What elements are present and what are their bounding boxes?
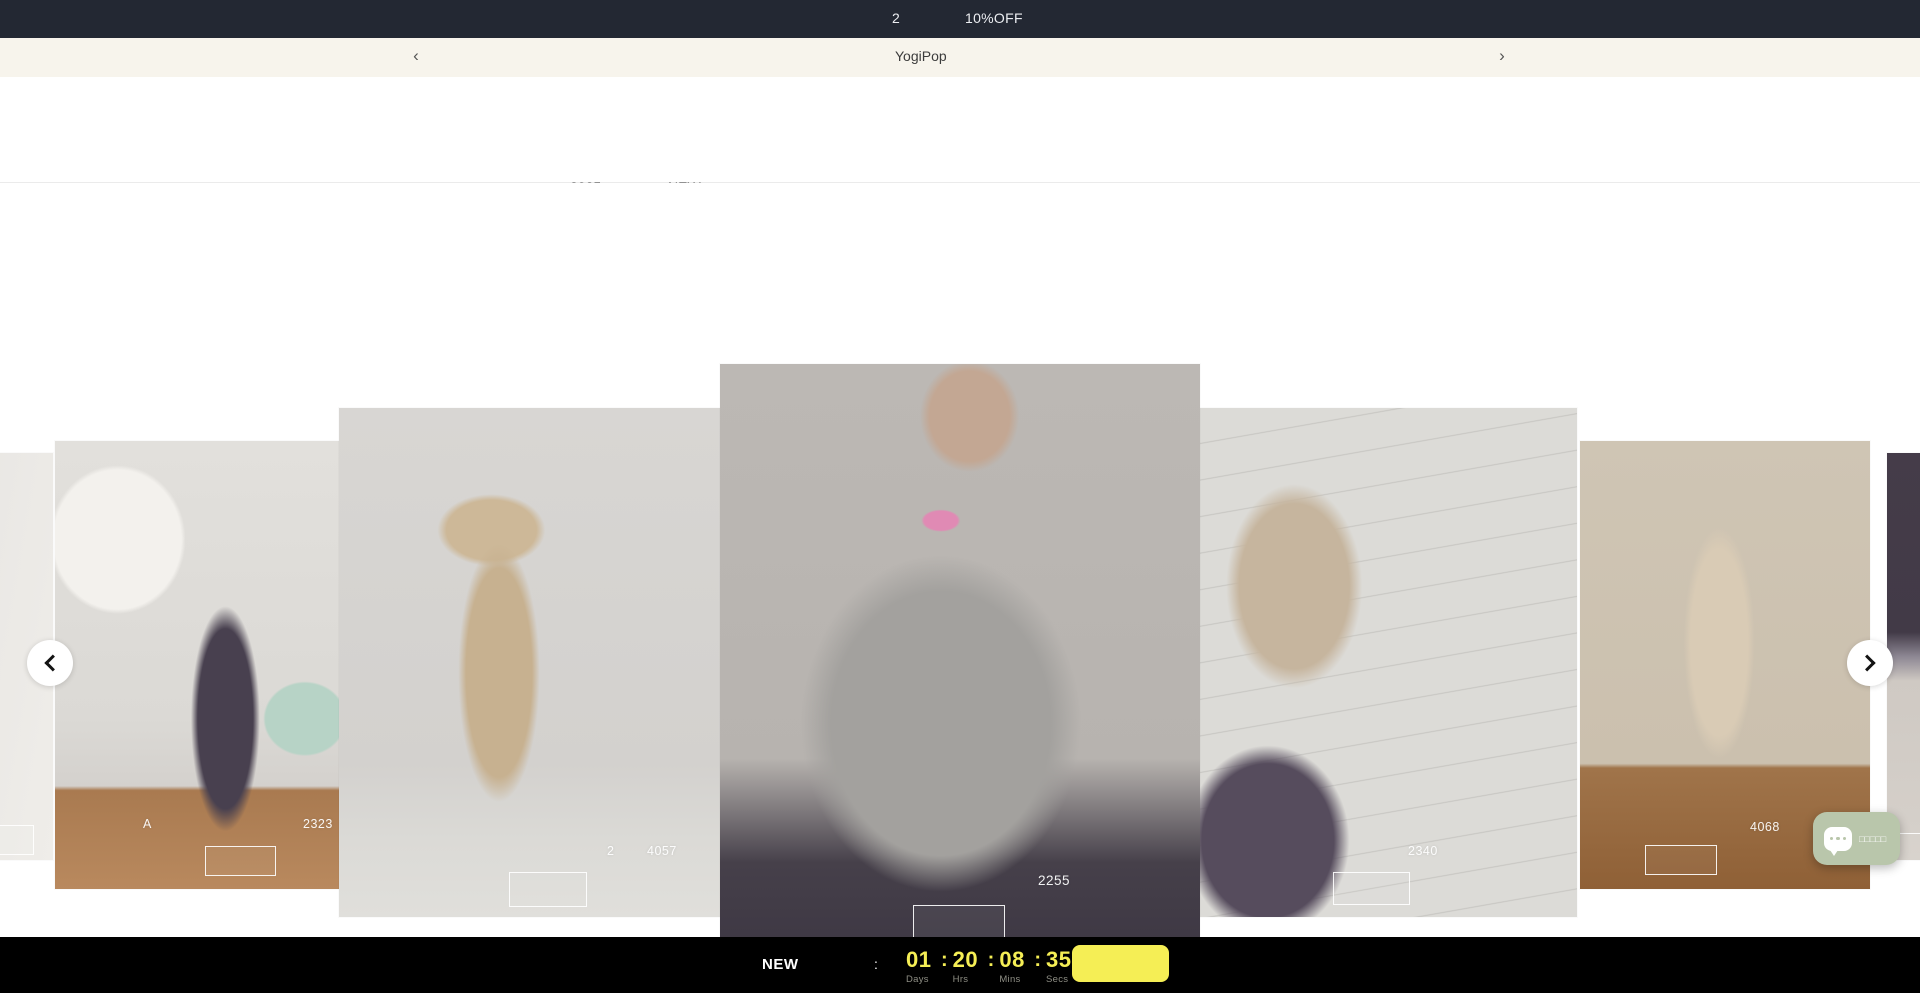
announcement-prev-button[interactable]: ‹ — [402, 42, 430, 70]
promo-countdown-bar: NEW : 01 Days : 20 Hrs : 08 Mins : 35 Se… — [0, 937, 1920, 993]
chevron-right-icon — [1859, 655, 1876, 672]
countdown-colon: : — [983, 949, 1000, 971]
carousel-slide-5[interactable]: 2340 — [1200, 408, 1577, 917]
slide-shop-button[interactable] — [205, 846, 276, 876]
carousel-slide-4-active[interactable]: 2255 — [720, 364, 1200, 944]
announcement-text-right: 10%OFF — [965, 10, 1023, 26]
slide-shop-button[interactable] — [509, 872, 587, 907]
promo-cta-button[interactable] — [1072, 945, 1169, 982]
slide-shop-button[interactable] — [0, 825, 34, 855]
promo-separator: : — [874, 956, 878, 972]
carousel-prev-button[interactable] — [27, 640, 73, 686]
carousel-slide-3[interactable]: 2 4057 — [339, 408, 720, 917]
countdown-hours-value: 20 — [953, 949, 983, 971]
countdown-days: 01 Days — [906, 949, 936, 985]
countdown-mins-value: 08 — [999, 949, 1029, 971]
top-announcement-bar: 2 10%OFF — [0, 0, 1920, 38]
slide-code: 2255 — [1038, 873, 1070, 888]
announcement-text-left: 2 — [892, 10, 900, 26]
chevron-left-icon: ‹ — [413, 46, 419, 65]
chevron-right-icon: › — [1499, 46, 1505, 65]
chevron-left-icon — [44, 655, 61, 672]
slide-tag: A — [143, 817, 152, 831]
countdown-colon: : — [1029, 949, 1046, 971]
countdown-colon: : — [936, 949, 953, 971]
countdown-hours: 20 Hrs — [953, 949, 983, 985]
hero-carousel: A 2323 2 4057 2255 2340 4068 — [0, 183, 1920, 937]
slide-shop-button[interactable] — [1333, 872, 1410, 905]
announcement-next-button[interactable]: › — [1488, 42, 1516, 70]
slide-shop-button[interactable] — [1645, 845, 1717, 875]
slide-tag: 2 — [607, 844, 614, 858]
countdown-timer: 01 Days : 20 Hrs : 08 Mins : 35 Secs — [906, 949, 1076, 985]
carousel-next-button[interactable] — [1847, 640, 1893, 686]
chat-bubble-icon — [1824, 827, 1852, 851]
chat-widget-button[interactable]: □□□□□ — [1813, 812, 1900, 865]
slide-code: 2340 — [1408, 844, 1438, 858]
countdown-hours-unit: Hrs — [953, 974, 983, 985]
slide-code: 4057 — [647, 844, 677, 858]
announcement-carousel-bar: ‹ YogiPop › — [0, 38, 1920, 77]
page: 2 10%OFF ‹ YogiPop › y·gp·p 2025 NEW — [0, 0, 1920, 993]
site-header: y·gp·p 2025 NEW | JPY ¥ — [0, 77, 1920, 183]
countdown-mins: 08 Mins — [999, 949, 1029, 985]
countdown-days-unit: Days — [906, 974, 936, 985]
chat-label: □□□□□ — [1859, 834, 1886, 844]
slide-code: 4068 — [1750, 820, 1780, 834]
carousel-slide-2[interactable]: A 2323 — [55, 441, 339, 889]
announcement-carousel-text: YogiPop — [895, 48, 947, 64]
slide-code: 2323 — [303, 817, 333, 831]
countdown-mins-unit: Mins — [999, 974, 1029, 985]
countdown-days-value: 01 — [906, 949, 936, 971]
promo-label: NEW — [762, 956, 799, 973]
